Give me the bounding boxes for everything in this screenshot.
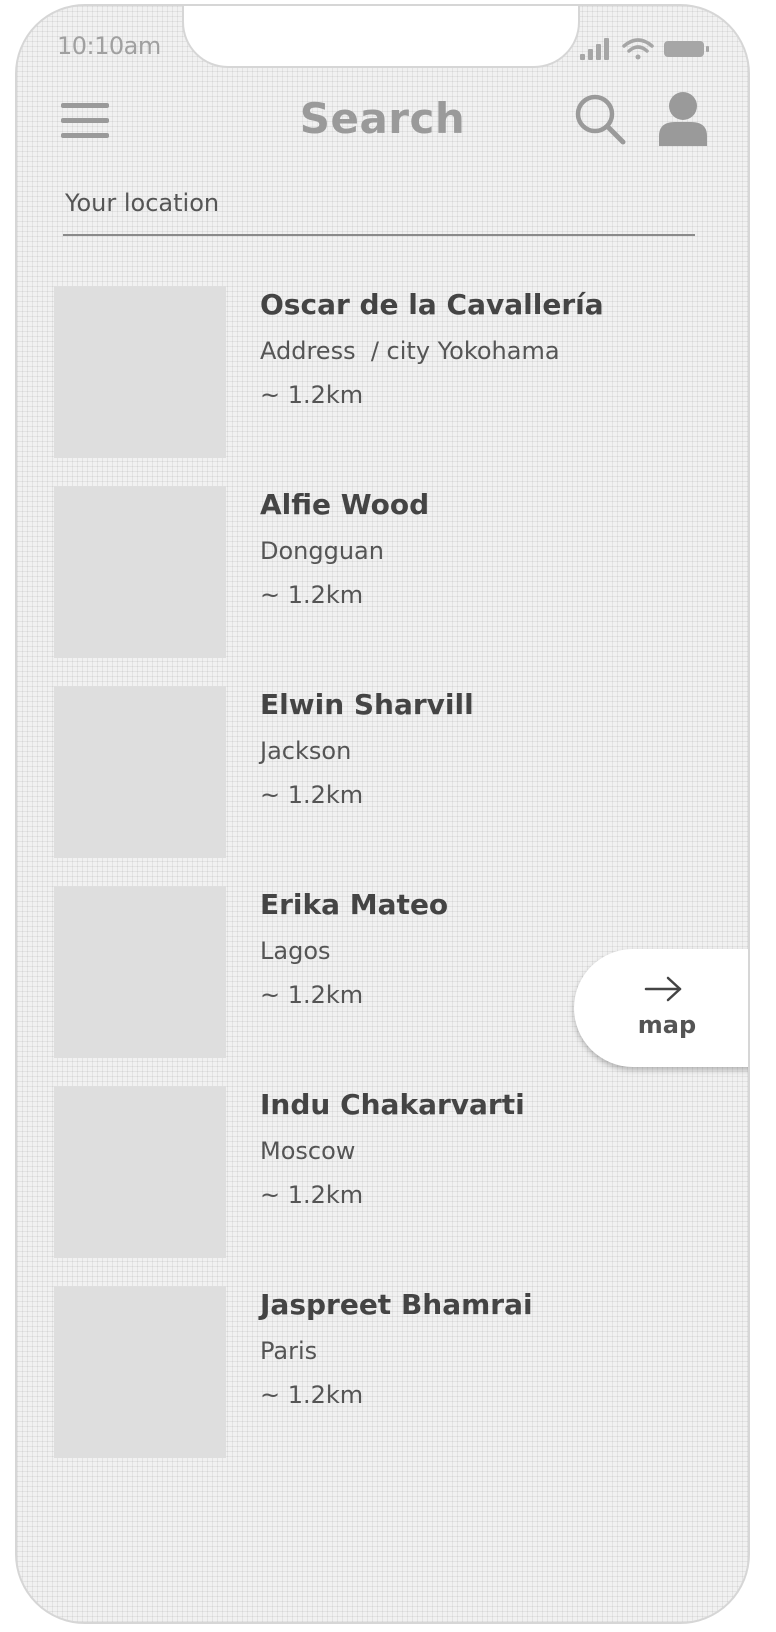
list-item[interactable]: Jaspreet Bhamrai Paris ~ 1.2km (17, 1286, 748, 1462)
result-address: Lagos (260, 937, 331, 965)
result-distance: ~ 1.2km (260, 1181, 364, 1209)
phone-screen: 10:10am Search Your location Oscar de la… (15, 4, 750, 1624)
result-distance: ~ 1.2km (260, 381, 364, 409)
result-address: Jackson (260, 737, 352, 765)
result-address: Address / city Yokohama (260, 337, 560, 365)
map-button-label: map (637, 1011, 697, 1039)
arrow-right-icon (644, 976, 682, 1002)
result-distance: ~ 1.2km (260, 781, 364, 809)
result-name: Alfie Wood (260, 488, 430, 521)
result-distance: ~ 1.2km (260, 981, 364, 1009)
result-thumbnail (54, 286, 226, 458)
wifi-icon (622, 38, 654, 60)
result-name: Elwin Sharvill (260, 688, 474, 721)
result-thumbnail (54, 1286, 226, 1458)
page-title: Search (299, 94, 466, 143)
result-thumbnail (54, 486, 226, 658)
result-thumbnail (54, 1086, 226, 1258)
profile-icon[interactable] (657, 90, 709, 146)
signal-icon (580, 38, 609, 60)
map-button[interactable]: map (574, 949, 748, 1067)
location-input[interactable] (63, 176, 697, 230)
list-item[interactable]: Alfie Wood Dongguan ~ 1.2km (17, 486, 748, 662)
result-thumbnail (54, 686, 226, 858)
list-item[interactable]: Indu Chakarvarti Moscow ~ 1.2km (17, 1086, 748, 1262)
result-name: Jaspreet Bhamrai (260, 1288, 533, 1321)
result-thumbnail (54, 886, 226, 1058)
list-item[interactable]: Oscar de la Cavallería Address / city Yo… (17, 286, 748, 462)
device-notch (182, 6, 580, 68)
app-header: Search (17, 76, 748, 166)
status-time: 10:10am (57, 32, 161, 60)
result-name: Erika Mateo (260, 888, 449, 921)
result-name: Oscar de la Cavallería (260, 288, 604, 321)
location-field[interactable] (63, 176, 697, 236)
list-item[interactable]: Elwin Sharvill Jackson ~ 1.2km (17, 686, 748, 862)
result-address: Moscow (260, 1137, 356, 1165)
battery-icon (664, 41, 709, 57)
result-distance: ~ 1.2km (260, 1381, 364, 1409)
result-distance: ~ 1.2km (260, 581, 364, 609)
result-name: Indu Chakarvarti (260, 1088, 525, 1121)
status-icons (580, 38, 709, 60)
result-address: Paris (260, 1337, 318, 1365)
result-address: Dongguan (260, 537, 384, 565)
search-icon[interactable] (573, 92, 627, 146)
